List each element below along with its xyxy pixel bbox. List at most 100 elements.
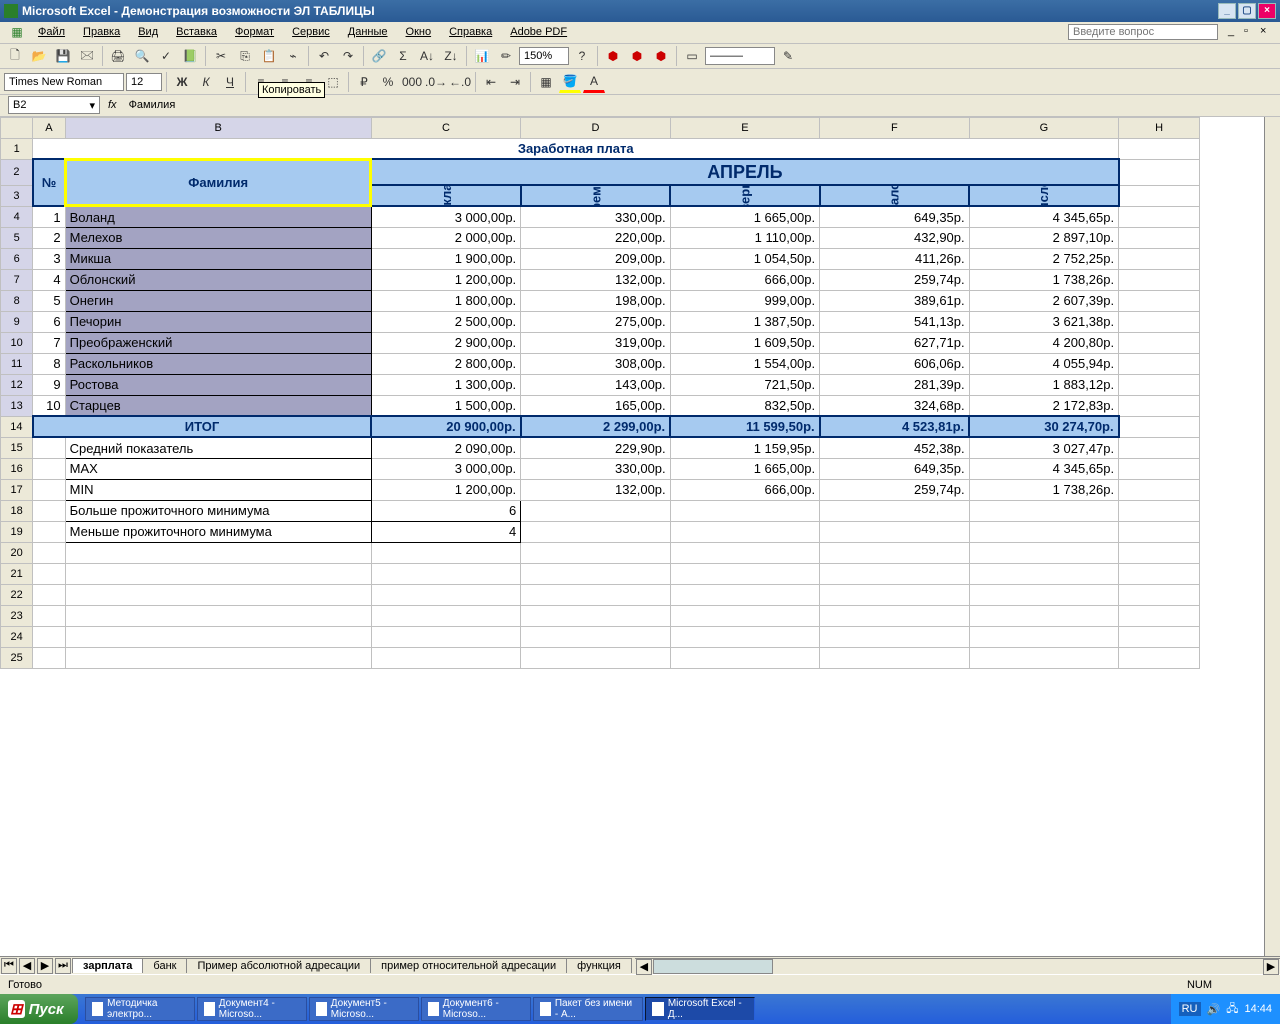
row-10[interactable]: 10	[1, 332, 33, 353]
cell-fam[interactable]: Ростова	[65, 374, 371, 395]
cell[interactable]: 1 500,00р.	[371, 395, 520, 416]
cell-fam[interactable]: Микша	[65, 248, 371, 269]
cell[interactable]: 3 000,00р.	[371, 458, 520, 479]
hdr-num[interactable]: №	[33, 159, 65, 206]
hdr-nach[interactable]: Начисление	[969, 185, 1118, 206]
format-painter-icon[interactable]: ⌁	[282, 45, 304, 67]
row-16[interactable]: 16	[1, 458, 33, 479]
save-icon[interactable]: 💾	[52, 45, 74, 67]
minimize-button[interactable]: _	[1218, 3, 1236, 19]
cell-fam[interactable]: Онегин	[65, 290, 371, 311]
ask-question-box[interactable]	[1068, 24, 1218, 40]
cell-num[interactable]: 4	[33, 269, 65, 290]
menu-data[interactable]: Данные	[340, 24, 396, 40]
row-4[interactable]: 4	[1, 206, 33, 227]
cell[interactable]: 324,68р.	[820, 395, 969, 416]
hdr-premia[interactable]: Премия	[521, 185, 670, 206]
row-8[interactable]: 8	[1, 290, 33, 311]
cell[interactable]: 1 609,50р.	[670, 332, 819, 353]
cell-fam[interactable]: Облонский	[65, 269, 371, 290]
taskbar-item[interactable]: Документ4 - Microso...	[197, 997, 307, 1021]
cell[interactable]	[33, 500, 65, 521]
row-17[interactable]: 17	[1, 479, 33, 500]
system-tray[interactable]: RU 🔊 🖧 14:44	[1171, 994, 1280, 1024]
doc-close-button[interactable]: ×	[1260, 25, 1274, 39]
pdf-icon[interactable]: ⬢	[602, 45, 624, 67]
row-14[interactable]: 14	[1, 416, 33, 437]
tray-icon[interactable]: 🔊	[1207, 1003, 1221, 1016]
menu-file[interactable]: Файл	[30, 24, 73, 40]
tab-func[interactable]: функция	[566, 958, 632, 973]
cell[interactable]: 4 200,80р.	[969, 332, 1118, 353]
cell[interactable]: 666,00р.	[670, 479, 819, 500]
currency-icon[interactable]: ₽	[353, 71, 375, 93]
cell[interactable]	[33, 521, 65, 542]
hdr-sever[interactable]: Северные	[670, 185, 819, 206]
cell-fam[interactable]: Преображенский	[65, 332, 371, 353]
formula-input[interactable]: Фамилия	[125, 99, 1280, 111]
tab-zarplata[interactable]: зарплата	[72, 958, 143, 973]
border-color-icon[interactable]: ✎	[777, 45, 799, 67]
row-2[interactable]: 2	[1, 159, 33, 185]
cell[interactable]: 132,00р.	[521, 269, 670, 290]
cell[interactable]: 1 387,50р.	[670, 311, 819, 332]
cell[interactable]: 2 800,00р.	[371, 353, 520, 374]
cell[interactable]: 1 200,00р.	[371, 479, 520, 500]
cell[interactable]: 1 665,00р.	[670, 458, 819, 479]
row-11[interactable]: 11	[1, 353, 33, 374]
new-icon[interactable]: 🗋	[4, 45, 26, 67]
doc-minimize-button[interactable]: _	[1228, 25, 1242, 39]
comma-icon[interactable]: 000	[401, 71, 423, 93]
cell[interactable]: 2 172,83р.	[969, 395, 1118, 416]
italic-icon[interactable]: К	[195, 71, 217, 93]
row-9[interactable]: 9	[1, 311, 33, 332]
spreadsheet-grid[interactable]: A B C D E F G H 1 Заработная плата 2 № Ф…	[0, 117, 1200, 669]
cell[interactable]: 541,13р.	[820, 311, 969, 332]
menu-tools[interactable]: Сервис	[284, 24, 338, 40]
permission-icon[interactable]: 🖂	[76, 45, 98, 67]
cell[interactable]: 1 738,26р.	[969, 269, 1118, 290]
stat-label[interactable]: MAX	[65, 458, 371, 479]
cell[interactable]: 3 000,00р.	[371, 206, 520, 227]
cell-num[interactable]: 10	[33, 395, 65, 416]
menu-format[interactable]: Формат	[227, 24, 282, 40]
menu-window[interactable]: Окно	[398, 24, 440, 40]
taskbar-item[interactable]: Пакет без имени - A...	[533, 997, 643, 1021]
taskbar-item[interactable]: Документ5 - Microso...	[309, 997, 419, 1021]
cell[interactable]: 1 883,12р.	[969, 374, 1118, 395]
cell-num[interactable]: 9	[33, 374, 65, 395]
close-button[interactable]: ×	[1258, 3, 1276, 19]
bold-icon[interactable]: Ж	[171, 71, 193, 93]
menu-view[interactable]: Вид	[130, 24, 166, 40]
row-7[interactable]: 7	[1, 269, 33, 290]
cell[interactable]: 308,00р.	[521, 353, 670, 374]
taskbar-item[interactable]: Документ6 - Microso...	[421, 997, 531, 1021]
restore-button[interactable]: ▢	[1238, 3, 1256, 19]
itog-d[interactable]: 2 299,00р.	[521, 416, 670, 437]
col-E[interactable]: E	[670, 117, 819, 138]
col-F[interactable]: F	[820, 117, 969, 138]
cell-num[interactable]: 7	[33, 332, 65, 353]
cell-fam[interactable]: Старцев	[65, 395, 371, 416]
cell[interactable]: 3 027,47р.	[969, 437, 1118, 458]
cell-num[interactable]: 3	[33, 248, 65, 269]
cell[interactable]: 1 300,00р.	[371, 374, 520, 395]
cell[interactable]: 1 738,26р.	[969, 479, 1118, 500]
sort-asc-icon[interactable]: A↓	[416, 45, 438, 67]
cell[interactable]: 999,00р.	[670, 290, 819, 311]
tab-next[interactable]: ▶	[37, 958, 53, 974]
tab-bank[interactable]: банк	[142, 958, 187, 973]
cell[interactable]: 1 900,00р.	[371, 248, 520, 269]
inc-decimal-icon[interactable]: .0→	[425, 71, 447, 93]
col-B[interactable]: B	[65, 117, 371, 138]
border-style[interactable]: ———	[705, 47, 775, 65]
cell[interactable]: 2 000,00р.	[371, 227, 520, 248]
cell[interactable]: 606,06р.	[820, 353, 969, 374]
cell[interactable]: 1 554,00р.	[670, 353, 819, 374]
row-15[interactable]: 15	[1, 437, 33, 458]
fill-color-icon[interactable]: 🪣	[559, 71, 581, 93]
font-size-box[interactable]: 12	[126, 73, 162, 91]
row-3[interactable]: 3	[1, 185, 33, 206]
itog-f[interactable]: 4 523,81р.	[820, 416, 969, 437]
font-color-icon[interactable]: A	[583, 71, 605, 93]
